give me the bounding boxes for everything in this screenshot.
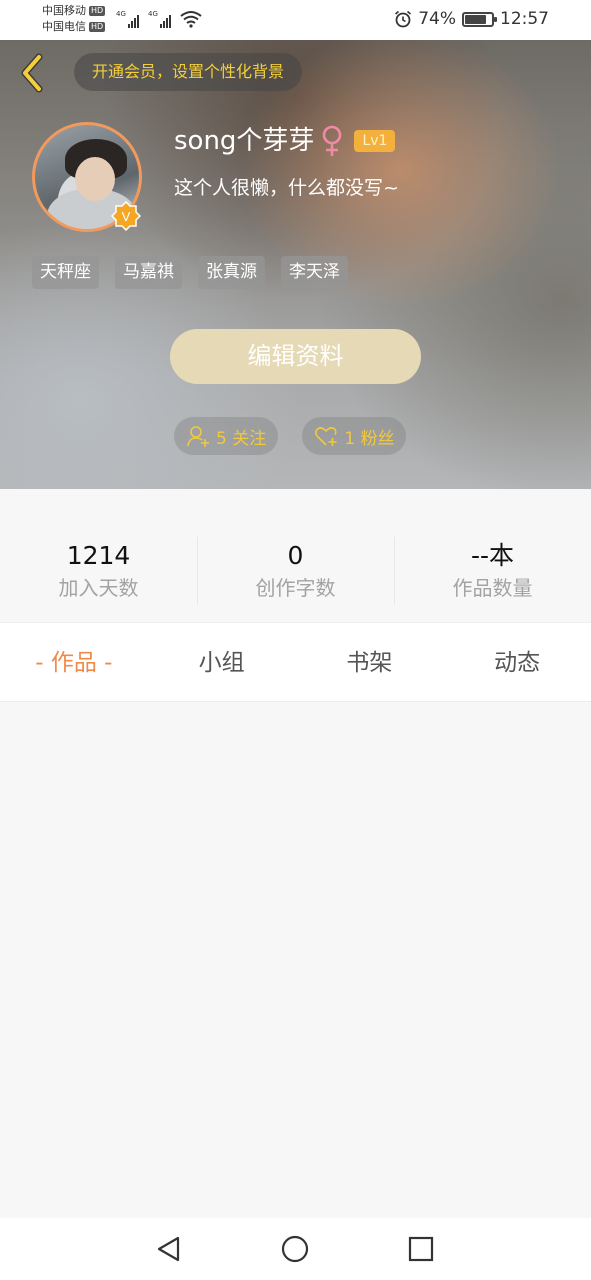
tag-item[interactable]: 天秤座 [32, 256, 99, 289]
stats-row: 1214 加入天数 0 创作字数 --本 作品数量 [0, 489, 591, 622]
stat-works-count: --本 作品数量 [394, 489, 591, 622]
hd-badge: HD [89, 22, 106, 32]
triangle-back-icon[interactable] [154, 1234, 184, 1264]
tab-groups[interactable]: 小组 [148, 623, 296, 701]
tab-activity[interactable]: 动态 [443, 623, 591, 701]
followers-button[interactable]: 1 粉丝 [302, 417, 407, 455]
clock: 12:57 [500, 9, 549, 29]
username: song个芽芽 [174, 126, 315, 156]
status-bar: 中国移动 HD 中国电信 HD 4G 4G 74% 12:57 [0, 0, 591, 40]
username-row: song个芽芽 Lv1 [174, 124, 396, 158]
vip-background-prompt[interactable]: 开通会员，设置个性化背景 [74, 53, 303, 91]
person-add-icon [187, 426, 209, 447]
status-right: 74% 12:57 [394, 9, 549, 29]
circle-home-icon[interactable] [280, 1234, 310, 1264]
chevron-left-icon [21, 53, 43, 93]
profile-header: 开通会员，设置个性化背景 V song个芽芽 Lv1 这个人很懒，什么都没写~ … [0, 40, 591, 489]
square-recent-icon[interactable] [406, 1234, 436, 1264]
stat-label: 作品数量 [452, 576, 533, 600]
following-count: 5 关注 [216, 428, 267, 449]
tag-item[interactable]: 张真源 [198, 256, 265, 289]
tag-item[interactable]: 李天泽 [281, 256, 348, 289]
svg-text:V: V [122, 209, 131, 224]
tab-content-area [0, 703, 591, 1218]
back-button[interactable] [14, 52, 50, 94]
system-nav-bar [0, 1218, 591, 1280]
stat-label: 加入天数 [58, 576, 139, 600]
signal-icon: 4G [148, 10, 171, 28]
stat-word-count: 0 创作字数 [197, 489, 394, 622]
carrier-2: 中国电信 [42, 20, 86, 33]
battery-percent: 74% [418, 9, 456, 29]
stat-label: 创作字数 [255, 576, 336, 600]
stat-value: 0 [287, 541, 304, 570]
stat-join-days: 1214 加入天数 [0, 489, 197, 622]
hd-badge: HD [89, 6, 106, 16]
following-button[interactable]: 5 关注 [174, 417, 279, 455]
follow-stats: 5 关注 1 粉丝 [174, 417, 407, 455]
avatar-face [75, 157, 115, 201]
signal-icon: 4G [116, 10, 139, 28]
tab-bookshelf[interactable]: 书架 [296, 623, 444, 701]
battery-icon [462, 11, 497, 27]
bio-text: 这个人很懒，什么都没写~ [174, 177, 399, 199]
level-badge: Lv1 [354, 130, 396, 152]
edit-profile-button[interactable]: 编辑资料 [170, 329, 421, 384]
alarm-icon [395, 10, 412, 28]
tab-works[interactable]: - 作品 - [0, 623, 148, 701]
battery-fill [465, 14, 486, 24]
female-icon [323, 125, 342, 156]
profile-tabs: - 作品 - 小组 书架 动态 [0, 622, 591, 702]
heart-add-icon [315, 427, 337, 446]
followers-count: 1 粉丝 [344, 428, 395, 449]
wifi-icon [180, 11, 202, 28]
stat-value: --本 [470, 541, 515, 570]
tag-list: 天秤座 马嘉祺 张真源 李天泽 [32, 256, 348, 289]
stat-value: 1214 [66, 541, 131, 570]
verified-badge-icon: V [111, 201, 141, 231]
carrier-1: 中国移动 [42, 4, 86, 17]
carrier-info: 中国移动 HD 中国电信 HD [42, 3, 106, 35]
tag-item[interactable]: 马嘉祺 [115, 256, 182, 289]
